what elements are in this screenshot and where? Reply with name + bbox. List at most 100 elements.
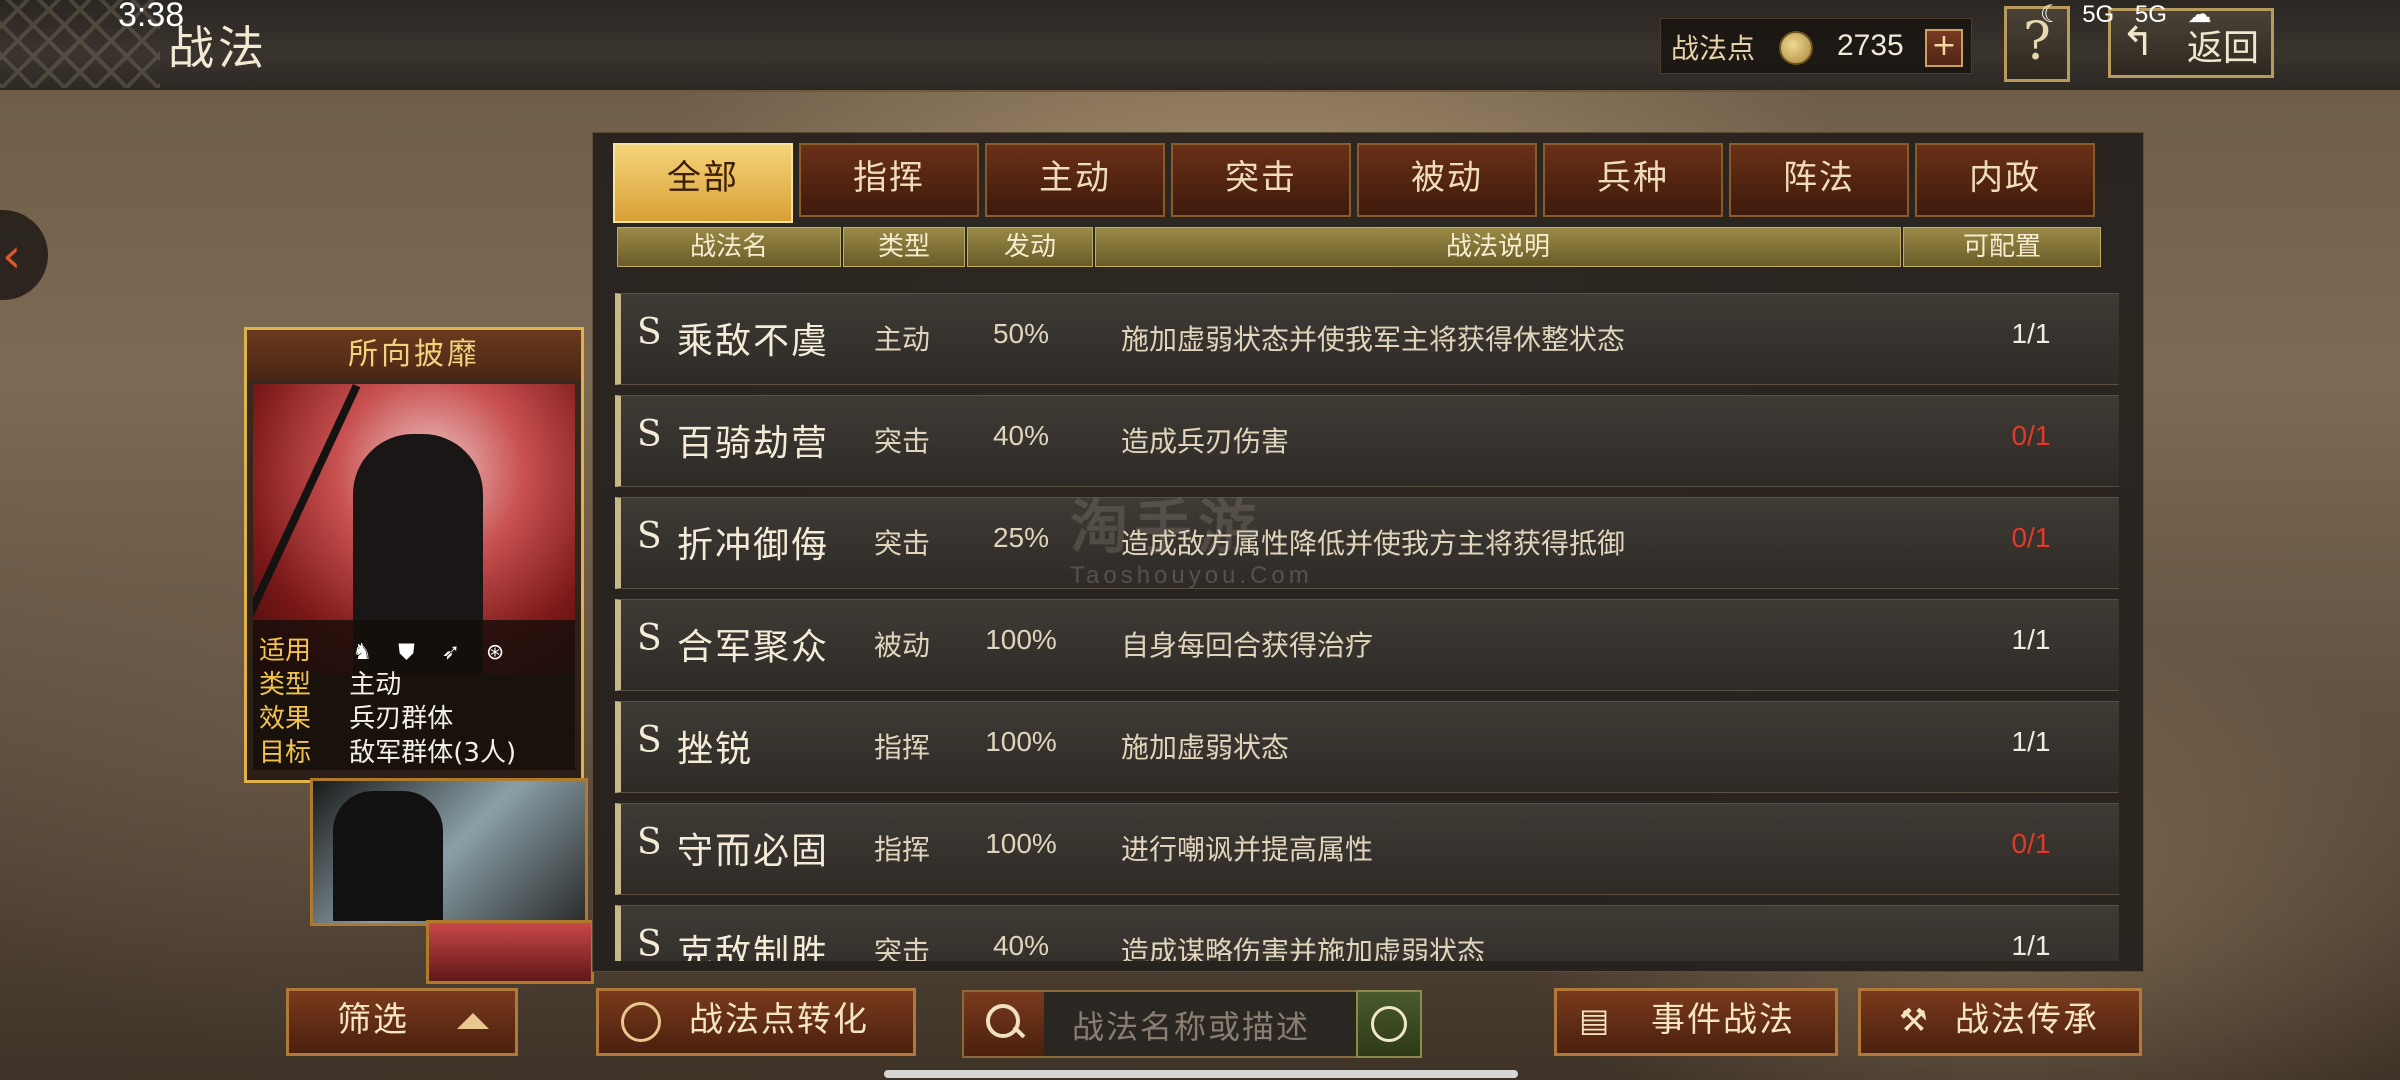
skill-type: 突击 [874,527,931,560]
skill-inherit-label: 战法传承 [1955,1000,2099,1040]
skill-name: 乘敌不虞 [677,321,830,362]
search-box[interactable]: 战法名称或描述 [962,990,1358,1058]
skill-name: 克敌制胜 [677,933,830,961]
skill-row[interactable]: S 守而必固 指挥 100% 进行嘲讽并提高属性 0/1 [615,803,2119,895]
home-indicator[interactable] [884,1070,1518,1078]
history-button[interactable] [1356,990,1422,1058]
skill-type: 突击 [874,935,931,961]
filter-button-label: 筛选 [337,1000,409,1040]
skill-inherit-button[interactable]: ⚒ 战法传承 [1858,988,2142,1056]
skill-type: 突击 [874,425,931,458]
skill-row[interactable]: S 克敌制胜 突击 40% 造成谋略伤害并施加虚弱状态 1/1 [615,905,2119,961]
skill-type: 指挥 [874,833,931,866]
skill-desc: 造成兵刃伤害 [1121,425,1290,458]
tab-internal[interactable]: 内政 [1915,143,2095,217]
hammer-icon: ⚒ [1899,1001,1930,1039]
watermark-url: Taoshouyou.Com [1070,562,1313,589]
skill-points-label: 战法点 [1671,32,1756,65]
skill-row[interactable]: S 折冲御侮 突击 25% 造成敌方属性降低并使我方主将获得抵御 0/1 [615,497,2119,589]
event-skills-button[interactable]: ▤ 事件战法 [1554,988,1838,1056]
filter-button[interactable]: 筛选 [286,988,518,1056]
skill-card-title: 所向披靡 [247,330,581,380]
skill-name: 折冲御侮 [677,525,830,566]
skill-desc: 造成谋略伤害并施加虚弱状态 [1121,935,1486,961]
skill-name: 挫锐 [677,729,754,770]
network-5g-1: 5G [2082,1,2115,28]
skill-rate: 40% [992,930,1050,961]
convert-points-button[interactable]: 战法点转化 [596,988,916,1056]
selected-skill-card[interactable]: 所向披靡 适用 ♞ ⛊ ➶ ⊛ 类型 主动 效果 兵刃群体 目标 敌军群体(3人… [244,327,584,783]
skill-name: 合军聚众 [677,627,830,668]
skill-config: 0/1 [2011,522,2051,553]
tab-active[interactable]: 主动 [985,143,1165,217]
convert-points-label: 战法点转化 [689,1000,869,1040]
skill-desc: 施加虚弱状态 [1121,731,1290,764]
event-skills-label: 事件战法 [1651,1000,1795,1040]
skill-row[interactable]: S 挫锐 指挥 100% 施加虚弱状态 1/1 [615,701,2119,793]
side-drawer-handle[interactable]: ‹ [0,210,48,300]
skill-row[interactable]: S 乘敌不虞 主动 50% 施加虚弱状态并使我军主将获得休整状态 1/1 [615,293,2119,385]
network-5g-2: 5G [2134,1,2167,28]
column-header-name[interactable]: 战法名 [617,227,841,267]
effect-label: 效果 [259,704,312,734]
skill-rate: 100% [985,726,1057,757]
skill-grade: S [637,312,662,353]
skill-name: 百骑劫营 [677,423,830,464]
skill-grade: S [637,618,662,659]
triangle-up-icon [457,1013,489,1029]
skill-name: 守而必固 [677,831,830,872]
siege-icon: ⊛ [485,640,505,665]
skill-grade: S [637,516,662,557]
apply-label: 适用 [259,636,312,666]
column-header-trigger[interactable]: 发动 [967,227,1093,267]
skill-grade: S [637,822,662,863]
tab-troop[interactable]: 兵种 [1543,143,1723,217]
skill-config: 1/1 [2011,318,2051,349]
skill-config: 1/1 [2011,726,2051,757]
skill-config: 1/1 [2011,930,2051,961]
search-icon[interactable] [964,992,1044,1056]
skill-points-value: 2735 [1837,29,1904,62]
moon-icon: ☾ [2040,1,2062,28]
tab-all[interactable]: 全部 [613,143,793,223]
skill-type: 指挥 [874,731,931,764]
skill-rate: 100% [985,624,1057,655]
type-label: 类型 [259,670,312,700]
column-header-type[interactable]: 类型 [843,227,965,267]
skill-config: 0/1 [2011,828,2051,859]
target-label: 目标 [259,738,312,768]
skill-rate: 50% [992,318,1050,349]
skill-rows: S 乘敌不虞 主动 50% 施加虚弱状态并使我军主将获得休整状态 1/1 S 百… [615,293,2119,961]
skill-points-box: 战法点 2735 + [1660,18,1972,74]
shield-icon: ⛊ [398,640,415,665]
skill-card-thumbnail[interactable] [426,920,594,984]
skill-type: 主动 [874,323,931,356]
effect-value: 兵刃群体 [349,704,454,734]
skill-type: 被动 [874,629,931,662]
skill-grade: S [637,924,662,961]
skill-grade: S [637,414,662,455]
tab-command[interactable]: 指挥 [799,143,979,217]
warrior-silhouette [333,791,443,921]
cavalry-icon: ♞ [352,640,373,665]
target-value: 敌军群体(3人) [349,738,517,768]
scroll-icon: ▤ [1579,1001,1612,1039]
skill-config: 1/1 [2011,624,2051,655]
skill-row[interactable]: S 合军聚众 被动 100% 自身每回合获得治疗 1/1 [615,599,2119,691]
tab-assault[interactable]: 突击 [1171,143,1351,217]
search-input[interactable]: 战法名称或描述 [1072,1002,1310,1048]
clock-icon [1371,1006,1407,1042]
search-lens [986,1004,1020,1038]
skill-card-thumbnail[interactable] [310,778,588,926]
tab-formation[interactable]: 阵法 [1729,143,1909,217]
skill-grade: S [637,720,662,761]
skill-config: 0/1 [2011,420,2051,451]
column-header-desc: 战法说明 [1095,227,1901,267]
skill-row[interactable]: S 百骑劫营 突击 40% 造成兵刃伤害 0/1 [615,395,2119,487]
skill-desc: 施加虚弱状态并使我军主将获得休整状态 [1121,323,1626,356]
type-value: 主动 [349,670,402,700]
tab-passive[interactable]: 被动 [1357,143,1537,217]
column-header-config[interactable]: 可配置 [1903,227,2101,267]
skill-rate: 40% [992,420,1050,451]
add-points-button[interactable]: + [1925,29,1963,67]
